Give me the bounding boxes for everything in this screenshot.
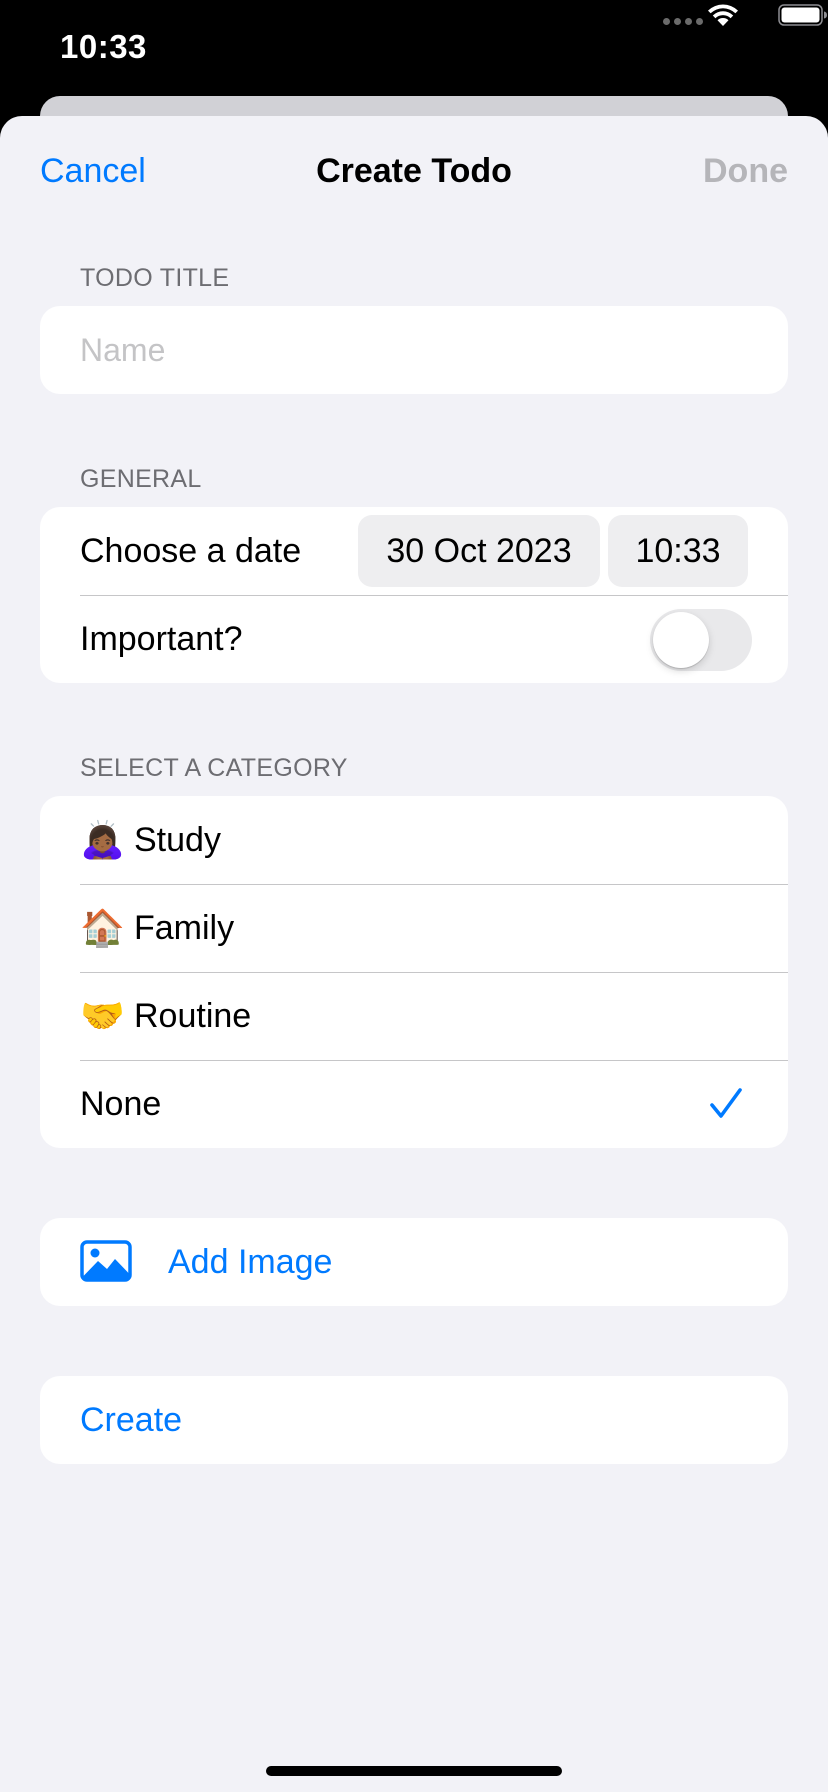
category-item-family[interactable]: 🏠 Family xyxy=(40,884,788,972)
cancel-button[interactable]: Cancel xyxy=(40,152,146,191)
todo-title-header: TODO TITLE xyxy=(80,264,230,292)
checkmark-icon xyxy=(710,1088,742,1118)
category-label: Family xyxy=(134,908,235,947)
category-header: SELECT A CATEGORY xyxy=(80,754,348,782)
toggle-knob xyxy=(653,612,709,668)
important-row: Important? xyxy=(40,595,788,683)
add-image-button[interactable]: Add Image xyxy=(40,1218,788,1306)
date-picker-button[interactable]: 30 Oct 2023 xyxy=(358,515,600,587)
house-icon: 🏠 xyxy=(80,907,125,948)
add-image-label: Add Image xyxy=(168,1243,333,1281)
battery-icon xyxy=(778,4,827,26)
create-label: Create xyxy=(80,1400,183,1439)
category-item-none[interactable]: None xyxy=(40,1060,788,1148)
category-item-study[interactable]: 🙇🏾‍♀️ Study xyxy=(40,796,788,884)
category-group: 🙇🏾‍♀️ Study 🏠 Family 🤝 Routine None xyxy=(40,796,788,1148)
date-label: Choose a date xyxy=(80,531,302,570)
name-input[interactable] xyxy=(80,306,760,394)
done-button[interactable]: Done xyxy=(703,152,788,191)
important-label: Important? xyxy=(80,619,243,658)
general-header: GENERAL xyxy=(80,465,202,493)
status-time: 10:33 xyxy=(60,28,147,65)
category-label: Routine xyxy=(134,996,252,1035)
person-bowing-icon: 🙇🏾‍♀️ xyxy=(80,819,125,860)
important-toggle[interactable] xyxy=(650,609,752,671)
date-row: Choose a date 30 Oct 2023 10:33 xyxy=(40,507,788,595)
cellular-signal-icon xyxy=(663,18,703,25)
wifi-icon xyxy=(708,4,738,26)
navigation-bar: Cancel Create Todo Done xyxy=(0,116,828,228)
general-group: Choose a date 30 Oct 2023 10:33 Importan… xyxy=(40,507,788,683)
category-item-routine[interactable]: 🤝 Routine xyxy=(40,972,788,1060)
home-indicator xyxy=(266,1766,562,1776)
create-button[interactable]: Create xyxy=(40,1376,788,1464)
create-row: Create xyxy=(40,1376,788,1464)
photo-icon xyxy=(80,1240,132,1282)
category-label: Study xyxy=(134,820,221,859)
todo-title-group xyxy=(40,306,788,394)
status-bar: 10:33 xyxy=(0,0,828,96)
create-todo-sheet: Cancel Create Todo Done TODO TITLE GENER… xyxy=(0,116,828,1792)
category-label: None xyxy=(80,1084,162,1123)
time-picker-button[interactable]: 10:33 xyxy=(608,515,748,587)
handshake-icon: 🤝 xyxy=(80,995,125,1036)
